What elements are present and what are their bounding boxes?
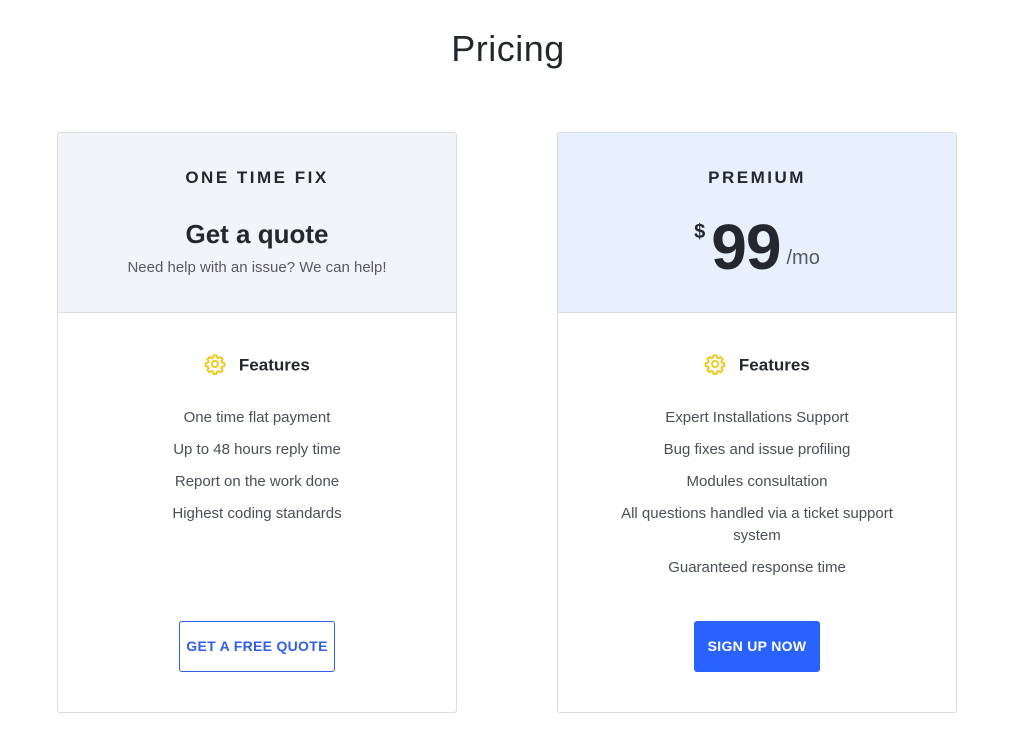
features-heading: Features	[558, 353, 956, 378]
card-header: ONE TIME FIX Get a quote Need help with …	[58, 133, 456, 313]
features-label: Features	[738, 355, 810, 375]
price: $99/mo	[558, 211, 956, 283]
list-item: One time flat payment	[183, 409, 331, 426]
sign-up-now-button[interactable]: SIGN UP NOW	[694, 621, 820, 672]
price-currency: $	[694, 221, 706, 243]
pricing-card-premium: PREMIUM $99/mo Features Expert Installat…	[557, 132, 957, 713]
list-item: All questions handled via a ticket suppo…	[621, 505, 893, 544]
feature-list: Expert Installations Support Bug fixes a…	[598, 407, 916, 589]
list-item: Highest coding standards	[172, 505, 342, 522]
list-item: Bug fixes and issue profiling	[663, 441, 851, 458]
list-item: Modules consultation	[686, 473, 828, 490]
features-label: Features	[238, 355, 310, 375]
card-header: PREMIUM $99/mo	[558, 133, 956, 313]
page-title: Pricing	[451, 28, 565, 69]
price-amount: 99	[711, 211, 781, 283]
gear-icon	[705, 354, 726, 375]
plan-name: PREMIUM	[708, 168, 806, 187]
list-item: Report on the work done	[174, 473, 340, 490]
feature-list: One time flat payment Up to 48 hours rep…	[98, 407, 416, 535]
list-item: Expert Installations Support	[665, 409, 849, 426]
plan-name: ONE TIME FIX	[185, 168, 329, 187]
get-free-quote-button[interactable]: GET A FREE QUOTE	[179, 621, 335, 672]
list-item: Guaranteed response time	[668, 559, 846, 576]
features-heading: Features	[58, 353, 456, 378]
list-item: Up to 48 hours reply time	[173, 441, 341, 458]
pricing-card-one-time-fix: ONE TIME FIX Get a quote Need help with …	[57, 132, 457, 713]
plan-headline: Get a quote	[185, 219, 329, 249]
gear-icon	[205, 354, 226, 375]
price-period: /mo	[786, 247, 820, 269]
plan-subtitle: Need help with an issue? We can help!	[127, 259, 387, 276]
